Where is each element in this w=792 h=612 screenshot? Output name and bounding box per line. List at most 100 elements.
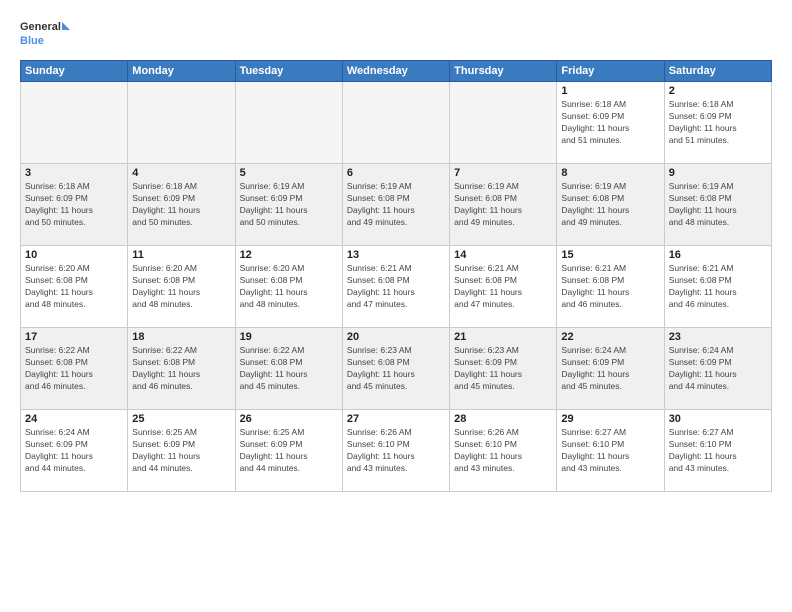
day-info: Sunrise: 6:22 AM Sunset: 6:08 PM Dayligh… <box>25 345 123 393</box>
day-info: Sunrise: 6:27 AM Sunset: 6:10 PM Dayligh… <box>669 427 767 475</box>
day-info: Sunrise: 6:19 AM Sunset: 6:08 PM Dayligh… <box>347 181 445 229</box>
week-row-2: 3Sunrise: 6:18 AM Sunset: 6:09 PM Daylig… <box>21 164 772 246</box>
calendar-cell: 12Sunrise: 6:20 AM Sunset: 6:08 PM Dayli… <box>235 246 342 328</box>
day-number: 24 <box>25 413 123 425</box>
day-number: 22 <box>561 331 659 343</box>
day-info: Sunrise: 6:25 AM Sunset: 6:09 PM Dayligh… <box>132 427 230 475</box>
weekday-sunday: Sunday <box>21 61 128 82</box>
day-number: 8 <box>561 167 659 179</box>
calendar-cell: 28 Sunrise: 6:26 AM Sunset: 6:10 PM Dayli… <box>450 410 557 492</box>
calendar-cell: 20 Sunrise: 6:23 AM Sunset: 6:08 PM Dayli… <box>342 328 449 410</box>
calendar-cell: 23 Sunrise: 6:24 AM Sunset: 6:09 PM Dayli… <box>664 328 771 410</box>
day-info: Sunrise: 6:18 AM Sunset: 6:09 PM Dayligh… <box>25 181 123 229</box>
day-info: Sunrise: 6:20 AM Sunset: 6:08 PM Dayligh… <box>240 263 338 311</box>
calendar-cell <box>235 82 342 164</box>
day-number: 28 <box>454 413 552 425</box>
calendar-cell: 26 Sunrise: 6:25 AM Sunset: 6:09 PM Dayli… <box>235 410 342 492</box>
calendar-cell: 8 Sunrise: 6:19 AM Sunset: 6:08 PM Daylig… <box>557 164 664 246</box>
calendar-cell: 27Sunrise: 6:26 AM Sunset: 6:10 PM Dayli… <box>342 410 449 492</box>
day-number: 13 <box>347 249 445 261</box>
calendar-cell: 14 Sunrise: 6:21 AM Sunset: 6:08 PM Dayli… <box>450 246 557 328</box>
day-info: Sunrise: 6:24 AM Sunset: 6:09 PM Dayligh… <box>561 345 659 393</box>
day-number: 14 <box>454 249 552 261</box>
logo: General Blue <box>20 16 70 52</box>
week-row-1: 1Sunrise: 6:18 AM Sunset: 6:09 PM Daylig… <box>21 82 772 164</box>
day-info: Sunrise: 6:18 AM Sunset: 6:09 PM Dayligh… <box>561 99 659 147</box>
calendar-cell: 30 Sunrise: 6:27 AM Sunset: 6:10 PM Dayli… <box>664 410 771 492</box>
day-number: 21 <box>454 331 552 343</box>
day-info: Sunrise: 6:26 AM Sunset: 6:10 PM Dayligh… <box>347 427 445 475</box>
day-info: Sunrise: 6:22 AM Sunset: 6:08 PM Dayligh… <box>132 345 230 393</box>
calendar-cell <box>128 82 235 164</box>
day-number: 26 <box>240 413 338 425</box>
day-number: 30 <box>669 413 767 425</box>
calendar-cell: 16 Sunrise: 6:21 AM Sunset: 6:08 PM Dayli… <box>664 246 771 328</box>
calendar-table: SundayMondayTuesdayWednesdayThursdayFrid… <box>20 60 772 492</box>
calendar-cell: 29Sunrise: 6:27 AM Sunset: 6:10 PM Dayli… <box>557 410 664 492</box>
day-number: 7 <box>454 167 552 179</box>
calendar-cell: 5 Sunrise: 6:19 AM Sunset: 6:09 PM Daylig… <box>235 164 342 246</box>
calendar-cell: 15 Sunrise: 6:21 AM Sunset: 6:08 PM Dayli… <box>557 246 664 328</box>
svg-text:Blue: Blue <box>20 35 44 47</box>
weekday-wednesday: Wednesday <box>342 61 449 82</box>
day-number: 6 <box>347 167 445 179</box>
calendar-cell: 25 Sunrise: 6:25 AM Sunset: 6:09 PM Dayli… <box>128 410 235 492</box>
day-info: Sunrise: 6:19 AM Sunset: 6:09 PM Dayligh… <box>240 181 338 229</box>
day-number: 29 <box>561 413 659 425</box>
day-number: 15 <box>561 249 659 261</box>
day-info: Sunrise: 6:22 AM Sunset: 6:08 PM Dayligh… <box>240 345 338 393</box>
day-number: 2 <box>669 85 767 97</box>
day-number: 25 <box>132 413 230 425</box>
day-number: 5 <box>240 167 338 179</box>
week-row-5: 24 Sunrise: 6:24 AM Sunset: 6:09 PM Dayli… <box>21 410 772 492</box>
day-info: Sunrise: 6:19 AM Sunset: 6:08 PM Dayligh… <box>454 181 552 229</box>
day-info: Sunrise: 6:21 AM Sunset: 6:08 PM Dayligh… <box>669 263 767 311</box>
day-info: Sunrise: 6:25 AM Sunset: 6:09 PM Dayligh… <box>240 427 338 475</box>
calendar-cell: 24 Sunrise: 6:24 AM Sunset: 6:09 PM Dayli… <box>21 410 128 492</box>
day-number: 16 <box>669 249 767 261</box>
day-number: 10 <box>25 249 123 261</box>
day-number: 4 <box>132 167 230 179</box>
calendar-cell <box>21 82 128 164</box>
calendar-cell <box>450 82 557 164</box>
calendar-cell: 2 Sunrise: 6:18 AM Sunset: 6:09 PM Daylig… <box>664 82 771 164</box>
day-number: 11 <box>132 249 230 261</box>
day-info: Sunrise: 6:18 AM Sunset: 6:09 PM Dayligh… <box>132 181 230 229</box>
day-number: 20 <box>347 331 445 343</box>
day-info: Sunrise: 6:21 AM Sunset: 6:08 PM Dayligh… <box>347 263 445 311</box>
week-row-4: 17 Sunrise: 6:22 AM Sunset: 6:08 PM Dayli… <box>21 328 772 410</box>
day-info: Sunrise: 6:21 AM Sunset: 6:08 PM Dayligh… <box>561 263 659 311</box>
page-header: General Blue <box>20 16 772 52</box>
calendar-cell: 13 Sunrise: 6:21 AM Sunset: 6:08 PM Dayli… <box>342 246 449 328</box>
day-number: 23 <box>669 331 767 343</box>
day-number: 9 <box>669 167 767 179</box>
calendar-cell: 3Sunrise: 6:18 AM Sunset: 6:09 PM Daylig… <box>21 164 128 246</box>
day-info: Sunrise: 6:18 AM Sunset: 6:09 PM Dayligh… <box>669 99 767 147</box>
day-info: Sunrise: 6:24 AM Sunset: 6:09 PM Dayligh… <box>669 345 767 393</box>
weekday-header-row: SundayMondayTuesdayWednesdayThursdayFrid… <box>21 61 772 82</box>
weekday-saturday: Saturday <box>664 61 771 82</box>
day-info: Sunrise: 6:21 AM Sunset: 6:08 PM Dayligh… <box>454 263 552 311</box>
day-info: Sunrise: 6:19 AM Sunset: 6:08 PM Dayligh… <box>561 181 659 229</box>
day-number: 18 <box>132 331 230 343</box>
calendar-cell: 10 Sunrise: 6:20 AM Sunset: 6:08 PM Dayli… <box>21 246 128 328</box>
calendar-cell: 4 Sunrise: 6:18 AM Sunset: 6:09 PM Daylig… <box>128 164 235 246</box>
day-info: Sunrise: 6:20 AM Sunset: 6:08 PM Dayligh… <box>132 263 230 311</box>
calendar-cell: 11 Sunrise: 6:20 AM Sunset: 6:08 PM Dayli… <box>128 246 235 328</box>
calendar-cell: 19 Sunrise: 6:22 AM Sunset: 6:08 PM Dayli… <box>235 328 342 410</box>
day-info: Sunrise: 6:23 AM Sunset: 6:08 PM Dayligh… <box>347 345 445 393</box>
day-info: Sunrise: 6:24 AM Sunset: 6:09 PM Dayligh… <box>25 427 123 475</box>
day-info: Sunrise: 6:19 AM Sunset: 6:08 PM Dayligh… <box>669 181 767 229</box>
calendar-cell: 18 Sunrise: 6:22 AM Sunset: 6:08 PM Dayli… <box>128 328 235 410</box>
day-info: Sunrise: 6:20 AM Sunset: 6:08 PM Dayligh… <box>25 263 123 311</box>
day-number: 17 <box>25 331 123 343</box>
day-number: 19 <box>240 331 338 343</box>
calendar-cell: 22 Sunrise: 6:24 AM Sunset: 6:09 PM Dayli… <box>557 328 664 410</box>
calendar-cell: 9 Sunrise: 6:19 AM Sunset: 6:08 PM Daylig… <box>664 164 771 246</box>
svg-text:General: General <box>20 21 61 33</box>
calendar-cell <box>342 82 449 164</box>
day-info: Sunrise: 6:23 AM Sunset: 6:09 PM Dayligh… <box>454 345 552 393</box>
week-row-3: 10 Sunrise: 6:20 AM Sunset: 6:08 PM Dayli… <box>21 246 772 328</box>
weekday-thursday: Thursday <box>450 61 557 82</box>
day-info: Sunrise: 6:26 AM Sunset: 6:10 PM Dayligh… <box>454 427 552 475</box>
